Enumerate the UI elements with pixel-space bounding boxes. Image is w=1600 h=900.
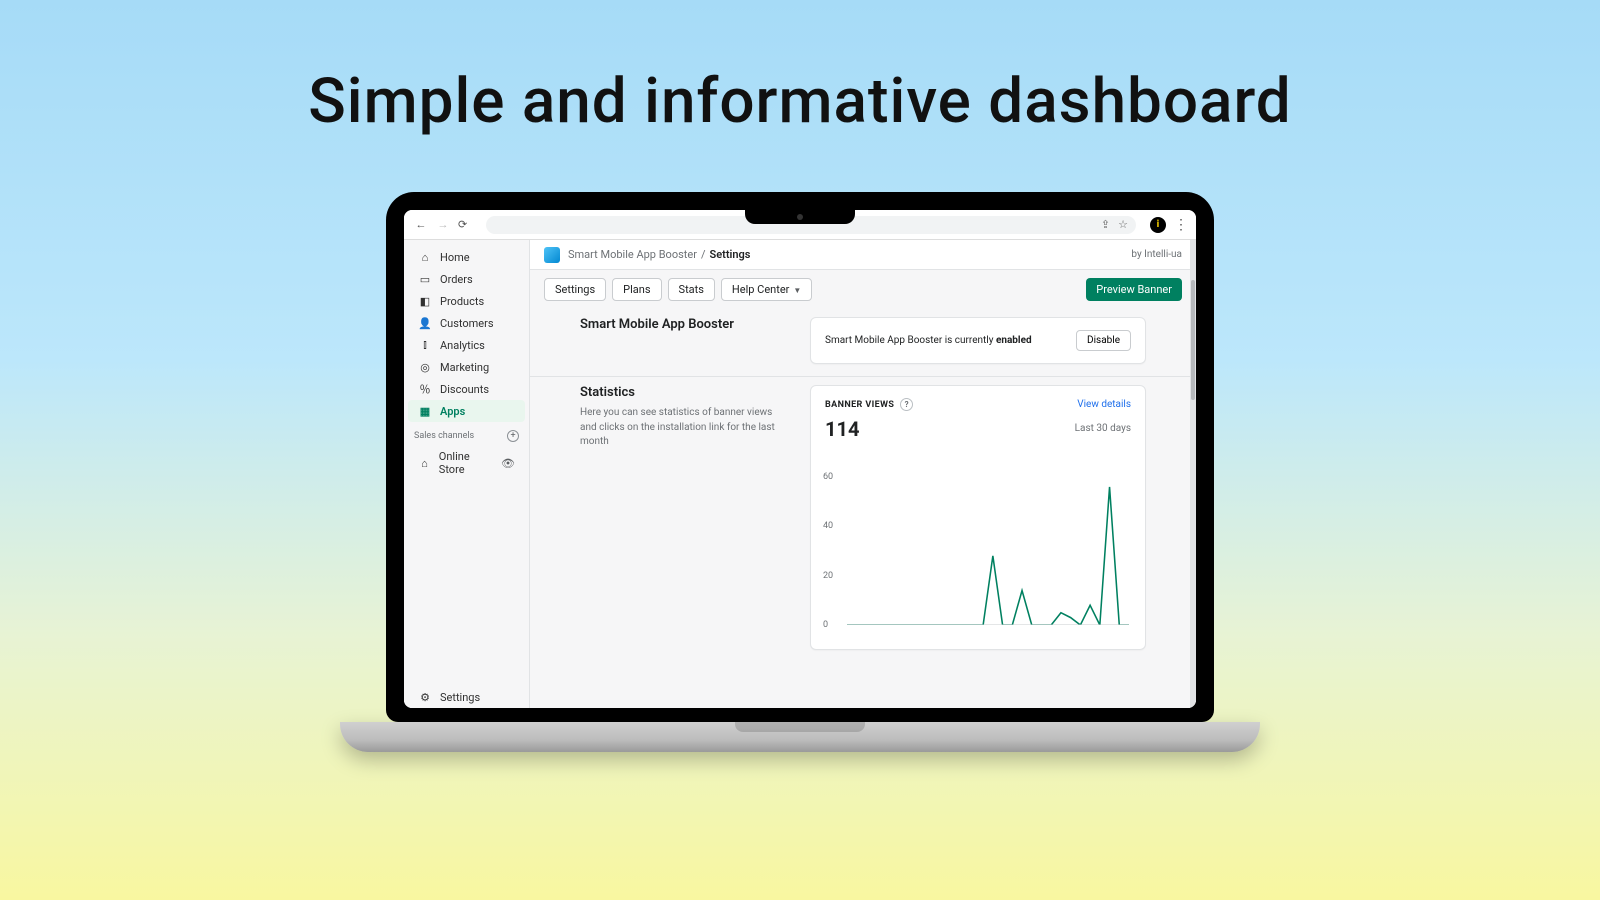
sidebar-item-products[interactable]: ◧ Products	[408, 290, 525, 312]
store-icon: ⌂	[418, 456, 431, 470]
breadcrumb-app[interactable]: Smart Mobile App Booster	[568, 248, 697, 261]
status-card: Smart Mobile App Booster is currently en…	[810, 317, 1146, 364]
marketing-icon: ◎	[418, 360, 432, 374]
app-logo-icon	[544, 247, 560, 263]
laptop-mockup: ← → ⟳ ⇪ ☆ i ⋮ ⌂ Home ▭ Orders ◧ Products 👤 C…	[386, 192, 1214, 752]
sidebar-item-label: Products	[440, 295, 484, 308]
statistics-card: BANNER VIEWS ? View details 114 Last 30 …	[810, 385, 1146, 650]
tab-stats[interactable]: Stats	[668, 278, 715, 301]
star-icon[interactable]: ☆	[1118, 218, 1128, 231]
marketing-headline: Simple and informative dashboard	[0, 65, 1600, 138]
scrollbar[interactable]	[1190, 240, 1196, 708]
back-button[interactable]: ←	[414, 218, 428, 231]
orders-icon: ▭	[418, 272, 432, 286]
metric-label: BANNER VIEWS	[825, 400, 894, 410]
sidebar-item-settings[interactable]: ⚙ Settings	[408, 686, 525, 708]
view-details-link[interactable]: View details	[1077, 399, 1131, 410]
sidebar-item-apps[interactable]: ▦ Apps	[408, 400, 525, 422]
status-text: Smart Mobile App Booster is currently en…	[825, 335, 1032, 346]
sidebar: ⌂ Home ▭ Orders ◧ Products 👤 Customers ⫾ Anal…	[404, 240, 530, 708]
browser-menu-button[interactable]: ⋮	[1174, 218, 1186, 232]
sidebar-item-discounts[interactable]: ％ Discounts	[408, 378, 525, 400]
disable-button[interactable]: Disable	[1076, 330, 1131, 351]
help-icon[interactable]: ?	[900, 398, 913, 411]
share-icon[interactable]: ⇪	[1101, 218, 1110, 231]
analytics-icon: ⫾	[418, 338, 432, 352]
forward-button[interactable]: →	[436, 218, 450, 231]
metric-period: Last 30 days	[1075, 423, 1131, 434]
sidebar-item-label: Online Store	[439, 450, 493, 476]
tab-bar: Settings Plans Stats Help Center▼ Previe…	[530, 270, 1196, 309]
profile-avatar[interactable]: i	[1150, 217, 1166, 233]
reload-button[interactable]: ⟳	[458, 218, 472, 231]
sidebar-item-customers[interactable]: 👤 Customers	[408, 312, 525, 334]
sidebar-item-label: Marketing	[440, 361, 489, 374]
sidebar-item-label: Home	[440, 251, 470, 264]
sidebar-item-label: Customers	[440, 317, 494, 330]
apps-icon: ▦	[418, 404, 432, 418]
sidebar-item-label: Settings	[440, 691, 480, 704]
sidebar-item-label: Apps	[440, 405, 465, 418]
section-description: Here you can see statistics of banner vi…	[580, 406, 790, 450]
section-title: Smart Mobile App Booster	[580, 317, 790, 332]
sidebar-item-orders[interactable]: ▭ Orders	[408, 268, 525, 290]
breadcrumb-current: Settings	[710, 248, 751, 261]
banner-views-chart: 0204060	[825, 477, 1131, 637]
add-channel-button[interactable]: +	[507, 430, 519, 442]
sidebar-item-label: Analytics	[440, 339, 485, 352]
breadcrumb: Smart Mobile App Booster / Settings by I…	[530, 240, 1196, 270]
laptop-notch	[745, 210, 855, 224]
discounts-icon: ％	[418, 382, 432, 396]
sidebar-item-online-store[interactable]: ⌂ Online Store 👁	[408, 446, 525, 480]
section-title: Statistics	[580, 385, 790, 400]
breadcrumb-separator: /	[701, 248, 706, 261]
tab-help-center[interactable]: Help Center▼	[721, 278, 812, 301]
preview-store-icon[interactable]: 👁	[501, 457, 515, 470]
products-icon: ◧	[418, 294, 432, 308]
tab-plans[interactable]: Plans	[612, 278, 661, 301]
sidebar-item-analytics[interactable]: ⫾ Analytics	[408, 334, 525, 356]
app-author: by Intelli-ua	[1131, 249, 1182, 260]
home-icon: ⌂	[418, 250, 432, 264]
customers-icon: 👤	[418, 316, 432, 330]
sidebar-item-label: Orders	[440, 273, 473, 286]
sidebar-item-marketing[interactable]: ◎ Marketing	[408, 356, 525, 378]
chevron-down-icon: ▼	[793, 286, 801, 295]
sidebar-item-label: Discounts	[440, 383, 489, 396]
gear-icon: ⚙	[418, 690, 432, 704]
sidebar-item-home[interactable]: ⌂ Home	[408, 246, 525, 268]
sales-channels-header: Sales channels +	[404, 422, 529, 446]
tab-settings[interactable]: Settings	[544, 278, 606, 301]
laptop-base	[340, 722, 1260, 752]
preview-banner-button[interactable]: Preview Banner	[1086, 278, 1182, 301]
